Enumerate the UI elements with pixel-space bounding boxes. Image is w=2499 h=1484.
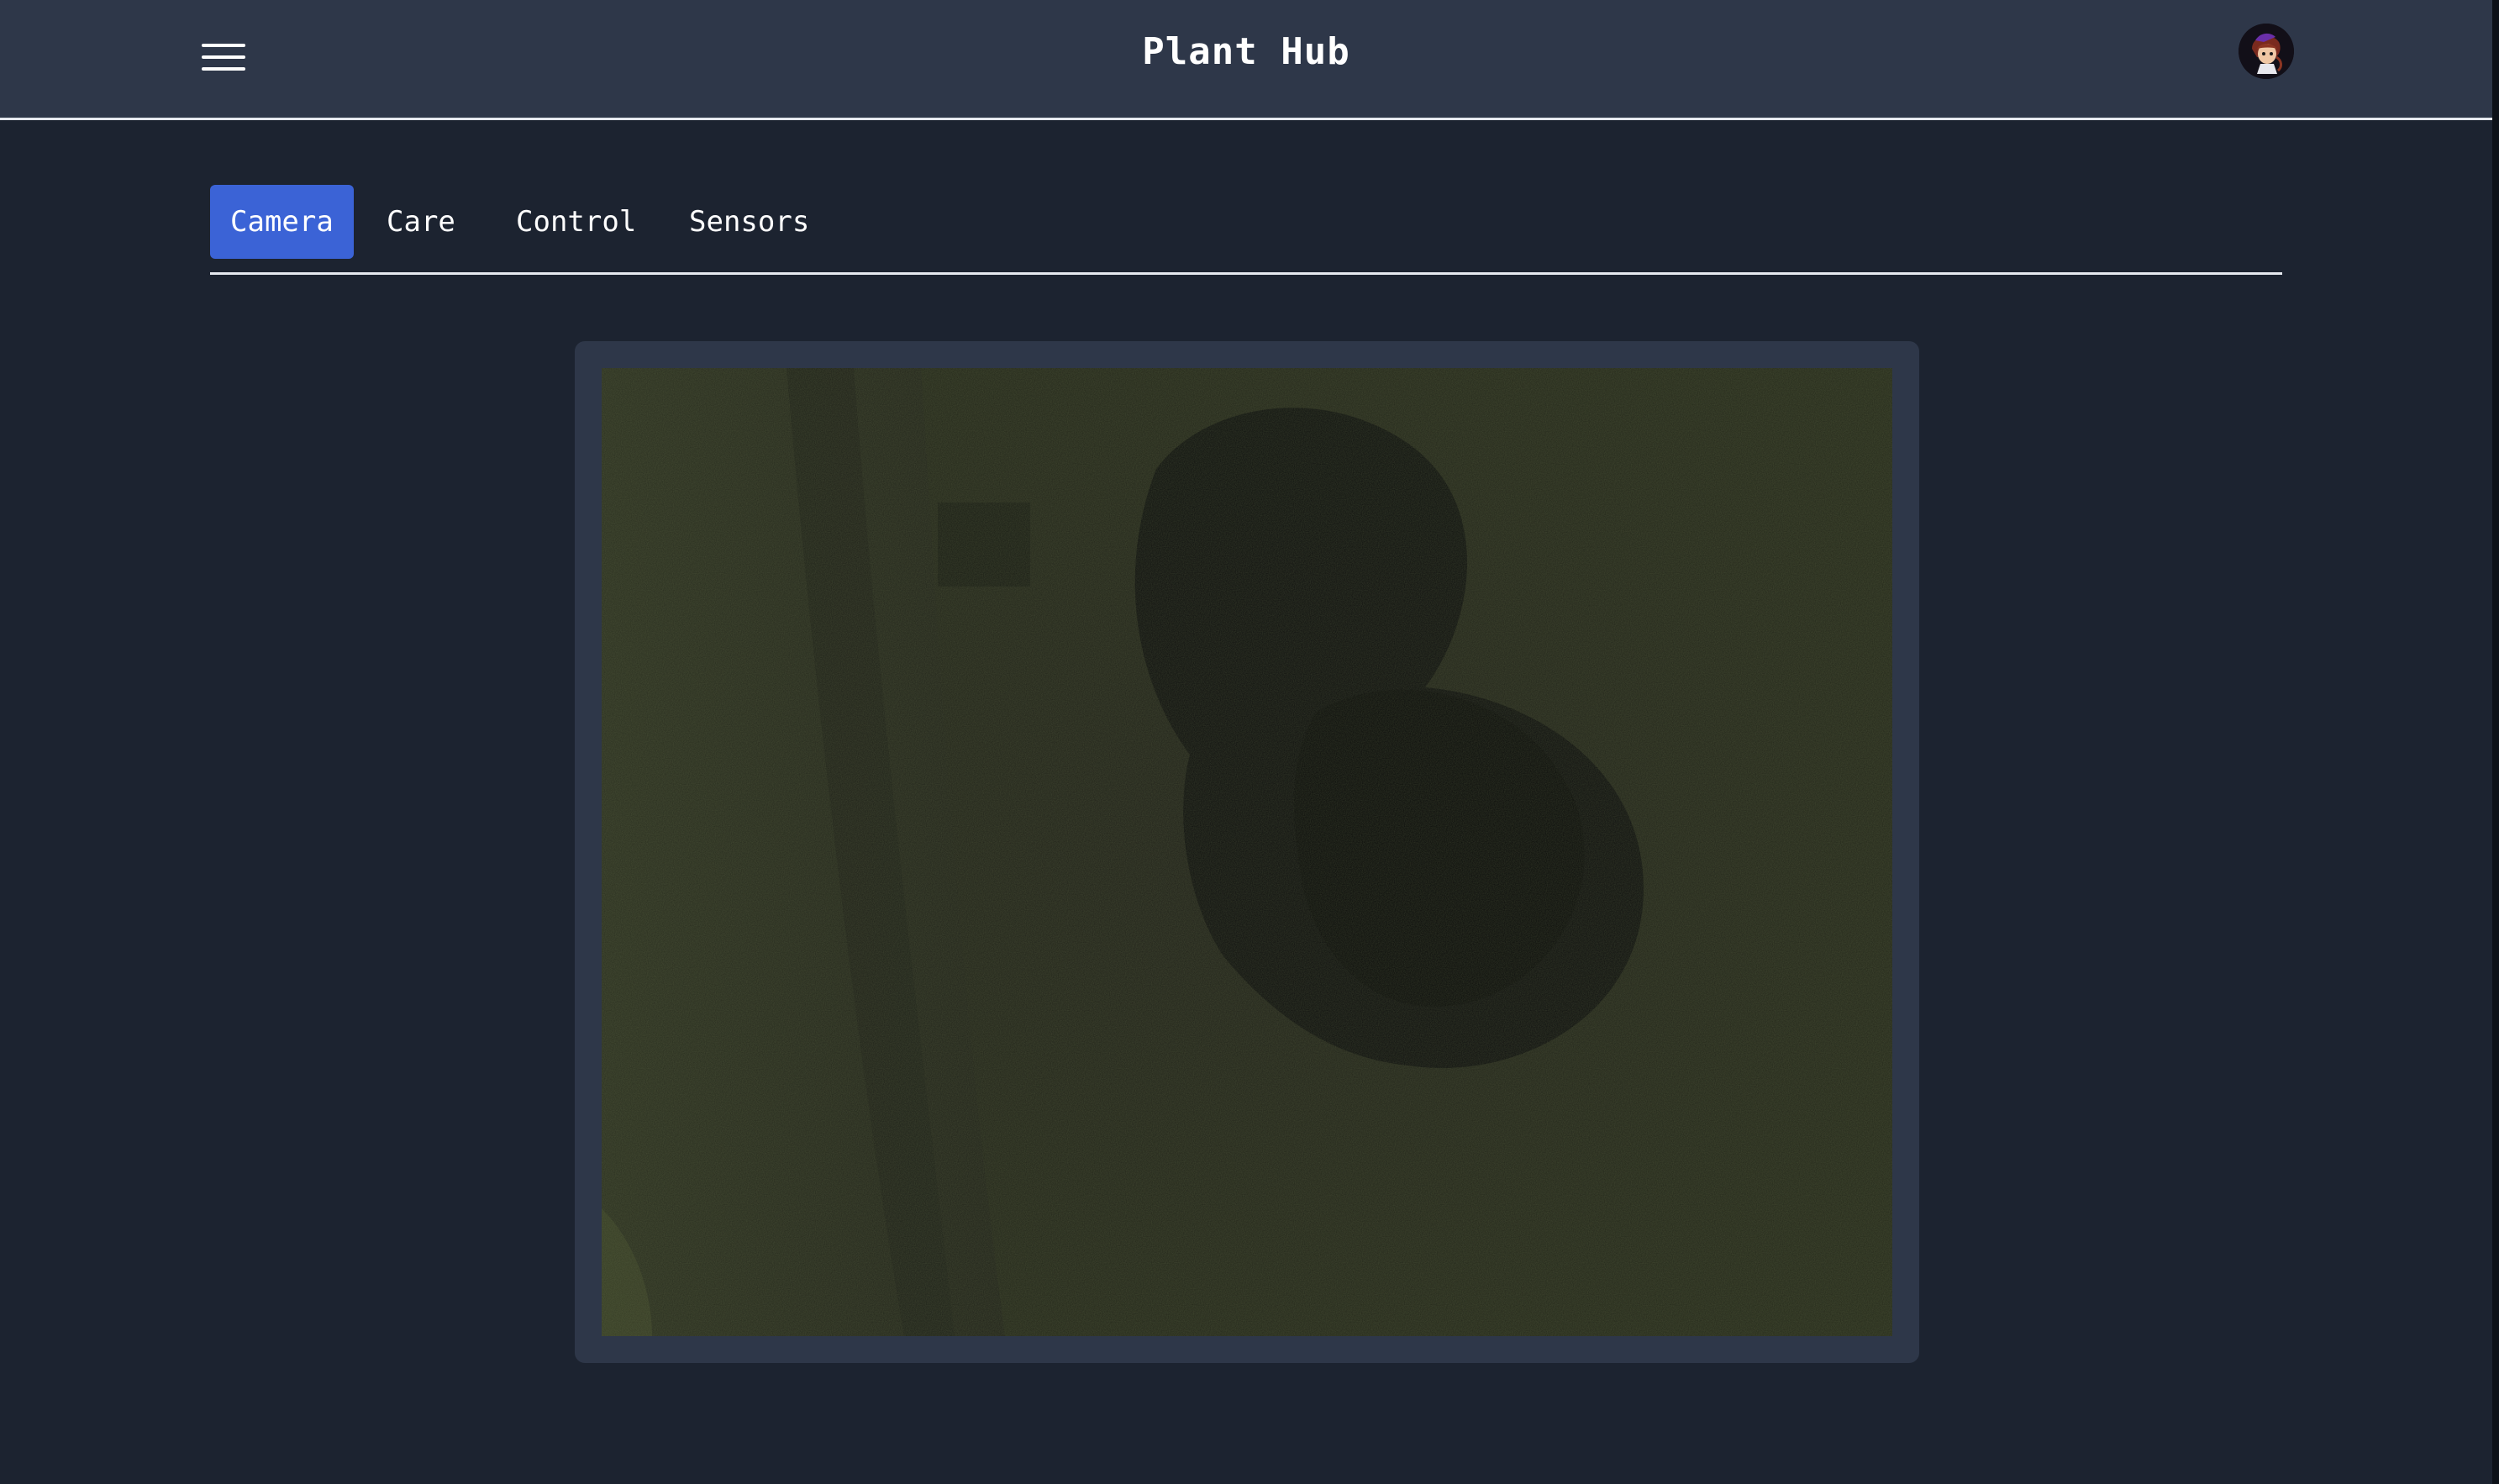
tab-bar: Camera Care Control Sensors — [210, 185, 2282, 275]
app-root: Plant Hub Camera Care Control Sensors — [0, 0, 2499, 1484]
user-avatar-icon[interactable] — [2239, 24, 2294, 79]
camera-feed-image — [602, 368, 1892, 1336]
scrollbar-edge — [2492, 0, 2499, 1484]
app-title: Plant Hub — [1142, 30, 1350, 73]
tab-control[interactable]: Control — [496, 185, 656, 259]
top-navbar: Plant Hub — [0, 0, 2492, 120]
tab-sensors[interactable]: Sensors — [669, 185, 829, 259]
camera-panel — [575, 341, 1919, 1363]
tab-care[interactable]: Care — [366, 185, 476, 259]
tab-camera[interactable]: Camera — [210, 185, 354, 259]
